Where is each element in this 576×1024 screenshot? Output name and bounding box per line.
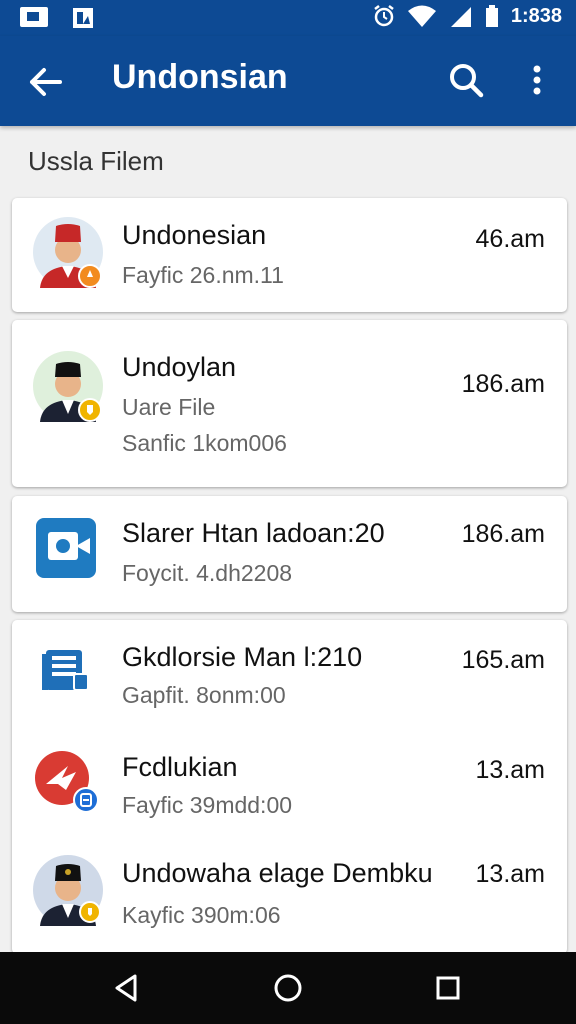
list-card: Gkdlorsie Man l:210 Gapfit. 8onm:00 165.…	[12, 620, 567, 954]
item-time: 165.am	[461, 646, 545, 674]
item-title: Slarer Htan ladoan:20	[122, 518, 385, 548]
list-item[interactable]: Gkdlorsie Man l:210 Gapfit. 8onm:00 165.…	[12, 620, 567, 732]
status-time: 1:838	[510, 4, 562, 27]
item-time: 13.am	[475, 756, 545, 784]
item-title: Gkdlorsie Man l:210	[122, 642, 363, 672]
item-subtitle: Fayfic 39mdd:00	[122, 792, 293, 818]
item-title: Undowaha elage Dembku	[122, 858, 433, 888]
more-vert-icon[interactable]	[524, 60, 550, 100]
item-time: 186.am	[461, 370, 545, 398]
avatar-black-cap	[32, 854, 104, 926]
list-card: Undoylan Uare File Sanfic 1kom006 186.am	[12, 320, 567, 487]
document-icon	[32, 638, 104, 710]
list-item[interactable]: Undonesian Fayfic 26.nm.11 46.am	[12, 198, 567, 312]
list-item[interactable]: Undowaha elage Dembku Kayfic 390m:06 13.…	[12, 842, 567, 954]
list-card: Undonesian Fayfic 26.nm.11 46.am	[12, 198, 567, 312]
item-time: 13.am	[475, 860, 545, 888]
item-subtitle: Foycit. 4.dh2208	[122, 560, 293, 586]
signal-icon	[449, 4, 473, 28]
item-title: Undonesian	[122, 220, 267, 250]
battery-icon	[485, 4, 499, 28]
photo-icon	[20, 7, 48, 27]
item-subtitle: Gapfit. 8onm:00	[122, 682, 286, 708]
list-item[interactable]: Undoylan Uare File Sanfic 1kom006 186.am	[12, 320, 567, 487]
wifi-icon	[407, 4, 437, 28]
app-title: Undonsian	[112, 58, 288, 96]
status-bar: 1:838	[0, 0, 576, 36]
back-arrow-icon[interactable]	[26, 62, 66, 102]
avatar-red-cap	[32, 216, 104, 288]
list-card: Slarer Htan ladoan:20 Foycit. 4.dh2208 1…	[12, 496, 567, 612]
item-time: 46.am	[475, 225, 545, 253]
alarm-icon	[373, 4, 395, 28]
item-time: 186.am	[461, 520, 545, 548]
item-title: Undoylan	[122, 352, 237, 382]
recents-square-icon[interactable]	[430, 970, 466, 1006]
item-subtitle: Kayfic 390m:06	[122, 902, 281, 928]
item-title: Fcdlukian	[122, 752, 238, 782]
search-icon[interactable]	[446, 60, 486, 100]
red-bird-icon	[32, 750, 104, 822]
back-triangle-icon[interactable]	[108, 970, 144, 1006]
nav-bar	[0, 952, 576, 1024]
gallery-icon	[72, 7, 94, 34]
item-subtitle: Fayfic 26.nm.11	[122, 262, 284, 288]
app-bar: Undonsian	[0, 36, 576, 126]
list-item[interactable]: Slarer Htan ladoan:20 Foycit. 4.dh2208 1…	[12, 496, 567, 612]
section-header: Ussla Filem	[28, 146, 164, 176]
avatar-black-cap	[32, 350, 104, 422]
item-subtitle: Uare File	[122, 394, 216, 420]
list-item[interactable]: Fcdlukian Fayfic 39mdd:00 13.am	[12, 732, 567, 842]
item-subtitle-2: Sanfic 1kom006	[122, 430, 287, 456]
home-circle-icon[interactable]	[270, 970, 306, 1006]
blue-app-icon	[32, 516, 104, 588]
